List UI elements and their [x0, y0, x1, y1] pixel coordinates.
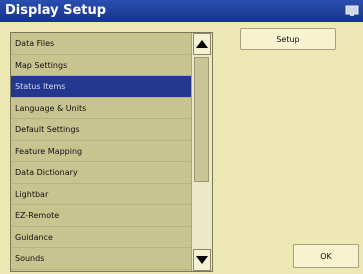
- list-item[interactable]: Lightbar: [11, 184, 193, 205]
- list-item[interactable]: Language & Units: [11, 98, 193, 119]
- list-item[interactable]: EZ-Remote: [11, 205, 193, 227]
- list-item[interactable]: Sounds: [11, 248, 193, 270]
- window-title: Display Setup: [5, 3, 107, 18]
- scroll-thumb[interactable]: [194, 57, 209, 182]
- settings-list-items: Data Files Map Settings Status Items Lan…: [11, 33, 193, 271]
- settings-list: Data Files Map Settings Status Items Lan…: [10, 32, 213, 272]
- display-icon: [345, 5, 359, 16]
- list-item-selected[interactable]: Status Items: [11, 76, 193, 98]
- list-item[interactable]: Default Settings: [11, 119, 193, 141]
- triangle-down-icon: [196, 256, 208, 264]
- settings-panel: Data Files Map Settings Status Items Lan…: [0, 22, 363, 274]
- list-item[interactable]: Data Files: [11, 33, 193, 55]
- list-item[interactable]: Map Settings: [11, 55, 193, 76]
- scroll-down-button[interactable]: [193, 249, 211, 271]
- list-scrollbar[interactable]: [191, 33, 212, 271]
- setup-button[interactable]: Setup: [240, 28, 336, 50]
- triangle-up-icon: [196, 40, 208, 48]
- list-item[interactable]: Feature Mapping: [11, 141, 193, 162]
- list-item[interactable]: Data Dictionary: [11, 162, 193, 184]
- ok-button[interactable]: OK: [293, 244, 359, 268]
- scroll-up-button[interactable]: [193, 33, 211, 55]
- list-item[interactable]: Guidance: [11, 227, 193, 248]
- title-bar: Display Setup: [0, 0, 363, 22]
